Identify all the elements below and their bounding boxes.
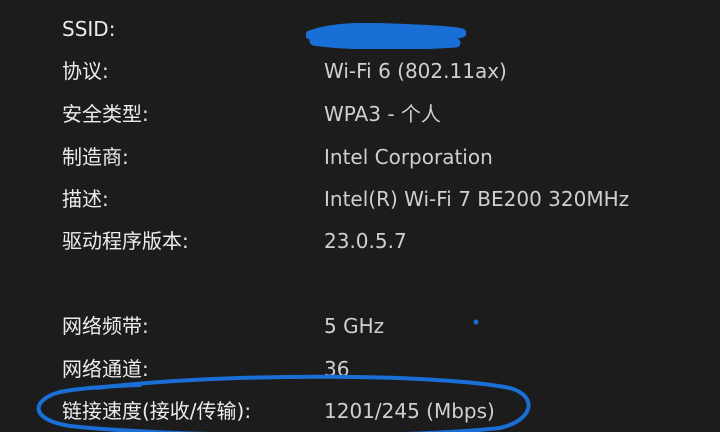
network-band-label: 网络频带: bbox=[62, 314, 149, 338]
link-speed-value: 1201/245 (Mbps) bbox=[324, 399, 495, 423]
ssid-label: SSID: bbox=[62, 17, 116, 41]
network-channel-value: 36 bbox=[324, 357, 350, 381]
security-type-label: 安全类型: bbox=[62, 102, 149, 126]
ssid-row: SSID: bbox=[0, 9, 720, 49]
driver-version-label: 驱动程序版本: bbox=[62, 229, 189, 253]
network-channel-row: 网络通道: 36 bbox=[0, 349, 720, 389]
driver-version-value: 23.0.5.7 bbox=[324, 229, 407, 253]
link-speed-row: 链接速度(接收/传输): 1201/245 (Mbps) bbox=[0, 391, 720, 431]
link-speed-label: 链接速度(接收/传输): bbox=[62, 399, 252, 423]
security-type-row: 安全类型: WPA3 - 个人 bbox=[0, 94, 720, 134]
network-band-value: 5 GHz bbox=[324, 314, 385, 338]
manufacturer-row: 制造商: Intel Corporation bbox=[0, 137, 720, 177]
driver-version-row: 驱动程序版本: 23.0.5.7 bbox=[0, 221, 720, 261]
security-type-value: WPA3 - 个人 bbox=[324, 102, 441, 126]
network-channel-label: 网络通道: bbox=[62, 357, 149, 381]
description-label: 描述: bbox=[62, 187, 109, 211]
description-row: 描述: Intel(R) Wi-Fi 7 BE200 320MHz bbox=[0, 179, 720, 219]
protocol-label: 协议: bbox=[62, 59, 109, 83]
ssid-redaction-scribble bbox=[306, 23, 466, 49]
manufacturer-label: 制造商: bbox=[62, 145, 129, 169]
network-band-row: 网络频带: 5 GHz bbox=[0, 306, 720, 346]
description-value: Intel(R) Wi-Fi 7 BE200 320MHz bbox=[324, 187, 630, 211]
protocol-row: 协议: Wi-Fi 6 (802.11ax) bbox=[0, 51, 720, 91]
manufacturer-value: Intel Corporation bbox=[324, 145, 493, 169]
protocol-value: Wi-Fi 6 (802.11ax) bbox=[324, 59, 507, 83]
wifi-properties-panel: SSID: 协议: Wi-Fi 6 (802.11ax) 安全类型: WPA3 … bbox=[0, 0, 720, 432]
